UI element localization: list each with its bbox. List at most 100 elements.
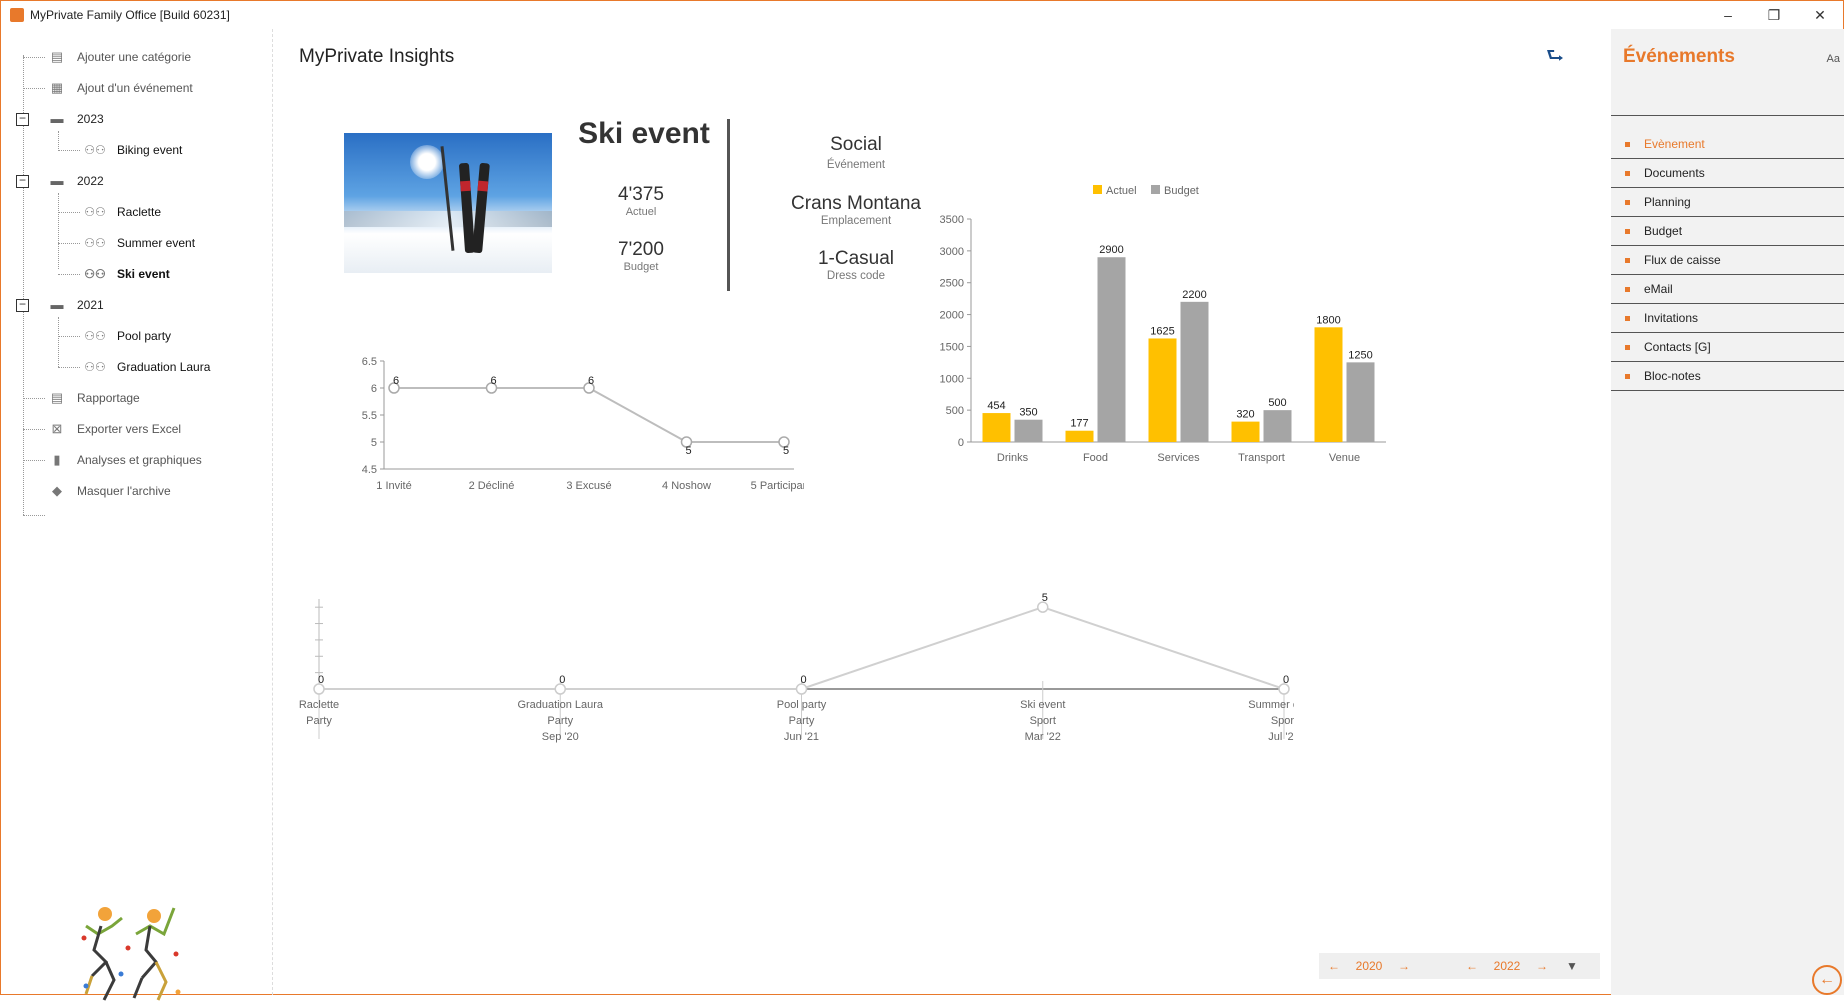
panel-nav-item[interactable]: eMail bbox=[1611, 275, 1844, 304]
bar bbox=[1263, 410, 1292, 442]
panel-nav-item[interactable]: Planning bbox=[1611, 188, 1844, 217]
tree-event-graduation[interactable]: ⚇⚇ Graduation Laura bbox=[80, 356, 210, 378]
tree-line bbox=[58, 131, 59, 151]
y-tick-label: 6.5 bbox=[362, 356, 377, 368]
x-tick-label: Ski event bbox=[1020, 699, 1065, 711]
bullet-icon bbox=[1625, 228, 1630, 234]
tree-line bbox=[23, 515, 45, 516]
tree-year-2022[interactable]: ▬ 2022 bbox=[49, 170, 104, 192]
folder-icon: ▬ bbox=[50, 111, 64, 126]
x-tick-label: Food bbox=[1083, 452, 1108, 464]
participation-line-chart: 4.5 5 5.5 6 6.5 6 1 Invité 6 2 Décliné 6 3 Excusé 5… bbox=[362, 356, 804, 492]
next-year-left-button[interactable]: → bbox=[1389, 959, 1419, 973]
data-label: 0 bbox=[318, 674, 324, 686]
app-icon bbox=[10, 8, 24, 22]
document-icon: ▤ bbox=[50, 49, 64, 64]
panel-separator bbox=[1611, 115, 1844, 116]
x-tick-label: Party bbox=[547, 715, 573, 727]
next-year-right-button[interactable]: → bbox=[1527, 959, 1557, 973]
y-tick-label: 5 bbox=[371, 437, 377, 449]
tree-action-add-category[interactable]: ▤ Ajouter une catégorie bbox=[49, 46, 191, 68]
bar-value-label: 1625 bbox=[1150, 325, 1174, 337]
tree-year-2023[interactable]: ▬ 2023 bbox=[49, 108, 104, 130]
window-controls: – ❐ ✕ bbox=[1705, 1, 1843, 29]
tree-event-pool-party[interactable]: ⚇⚇ Pool party bbox=[80, 325, 171, 347]
bullet-icon bbox=[1625, 170, 1630, 176]
bar-value-label: 2200 bbox=[1182, 289, 1206, 301]
tree-year-2021[interactable]: ▬ 2021 bbox=[49, 294, 104, 316]
bar bbox=[1148, 338, 1177, 442]
x-tick-label: Graduation Laura bbox=[517, 699, 603, 711]
tree-event-raclette[interactable]: ⚇⚇ Raclette bbox=[80, 201, 161, 223]
data-label: 5 bbox=[685, 445, 691, 457]
prev-year-right-button[interactable]: ← bbox=[1457, 959, 1487, 973]
bar bbox=[1346, 362, 1375, 442]
x-tick-label: Party bbox=[789, 715, 815, 727]
panel-nav-item[interactable]: Flux de caisse bbox=[1611, 246, 1844, 275]
tree-event-summer[interactable]: ⚇⚇ Summer event bbox=[80, 232, 195, 254]
y-tick-label: 3000 bbox=[940, 246, 964, 258]
collapse-toggle-2023[interactable]: − bbox=[16, 112, 29, 126]
close-button[interactable]: ✕ bbox=[1797, 1, 1843, 29]
panel-nav-item[interactable]: Budget bbox=[1611, 217, 1844, 246]
kpi-actual: 4'375 Actuel bbox=[581, 184, 701, 218]
collapse-toggle-2021[interactable]: − bbox=[16, 298, 29, 312]
panel-nav-item[interactable]: Documents bbox=[1611, 159, 1844, 188]
right-panel: Événements Aa Evènement Documents Planning… bbox=[1611, 29, 1844, 995]
panel-nav-item[interactable]: Bloc-notes bbox=[1611, 362, 1844, 391]
bar bbox=[1180, 301, 1209, 442]
panel-nav-item[interactable]: Invitations bbox=[1611, 304, 1844, 333]
x-tick-label: Raclette bbox=[299, 699, 339, 711]
vertical-divider bbox=[727, 119, 730, 291]
x-tick-label: Services bbox=[1157, 452, 1200, 464]
tree-event-biking[interactable]: ⚇⚇ Biking event bbox=[80, 139, 182, 161]
panel-nav-label: eMail bbox=[1644, 282, 1673, 296]
budget-bar-chart: Actuel Budget 0 500 1000 1500 2000 2500 3000 3500… bbox=[940, 185, 1386, 464]
year-left-label[interactable]: 2020 bbox=[1349, 959, 1389, 973]
x-tick-label: Jul '22 bbox=[1268, 731, 1294, 743]
kpi-actual-value: 4'375 bbox=[618, 184, 664, 205]
minimize-button[interactable]: – bbox=[1705, 1, 1751, 29]
ski-shape bbox=[472, 162, 490, 254]
tree-line bbox=[58, 336, 80, 337]
collapse-toggle-2022[interactable]: − bbox=[16, 174, 29, 188]
filter-icon[interactable]: ▼ bbox=[1557, 959, 1587, 973]
redirect-arrow-icon[interactable]: ⮑ bbox=[1546, 41, 1564, 75]
tree-line bbox=[58, 317, 59, 367]
tree-line bbox=[23, 398, 45, 399]
bar-value-label: 1250 bbox=[1348, 349, 1372, 361]
panel-nav-label: Contacts [G] bbox=[1644, 340, 1711, 354]
panel-nav-label: Evènement bbox=[1644, 137, 1705, 151]
y-tick-label: 2500 bbox=[940, 278, 964, 290]
prev-year-left-button[interactable]: ← bbox=[1319, 959, 1349, 973]
ski-pole-shape bbox=[440, 146, 455, 251]
panel-nav-item[interactable]: Evènement bbox=[1611, 130, 1844, 159]
tree-action-reporting[interactable]: ▤ Rapportage bbox=[49, 387, 140, 409]
bar bbox=[982, 413, 1011, 442]
x-tick-label: Jun '21 bbox=[784, 731, 819, 743]
panel-nav-label: Planning bbox=[1644, 195, 1691, 209]
year-right-label[interactable]: 2022 bbox=[1487, 959, 1527, 973]
tree-action-hide-archive[interactable]: ◆ Masquer l'archive bbox=[49, 480, 171, 502]
panel-nav-item[interactable]: Contacts [G] bbox=[1611, 333, 1844, 362]
people-icon: ⚇⚇ bbox=[84, 143, 106, 157]
report-icon: ▤ bbox=[50, 390, 64, 405]
series-line bbox=[394, 387, 784, 443]
folder-icon: ▬ bbox=[50, 297, 64, 312]
tree-action-analyses[interactable]: ▮ Analyses et graphiques bbox=[49, 449, 201, 471]
tree-event-ski[interactable]: ⚇⚇ Ski event bbox=[80, 263, 169, 285]
bullet-icon bbox=[1625, 141, 1630, 147]
restore-button[interactable]: ❐ bbox=[1751, 1, 1797, 29]
tree-action-add-event[interactable]: ▦ Ajout d'un événement bbox=[49, 77, 193, 99]
tree-line bbox=[58, 243, 80, 244]
panel-title: Événements bbox=[1623, 46, 1735, 67]
font-size-toggle[interactable]: Aa bbox=[1827, 53, 1840, 65]
legend-swatch bbox=[1093, 185, 1102, 194]
panel-nav-label: Budget bbox=[1644, 224, 1683, 238]
tree-action-export-excel[interactable]: ⊠ Exporter vers Excel bbox=[49, 418, 182, 440]
back-arrow-button[interactable]: ← bbox=[1812, 965, 1842, 995]
tree-line bbox=[23, 88, 45, 89]
kpi-budget-label: Budget bbox=[623, 261, 659, 273]
kpi-budget-value: 7'200 bbox=[618, 239, 664, 260]
dancing-people-logo bbox=[81, 907, 181, 1001]
